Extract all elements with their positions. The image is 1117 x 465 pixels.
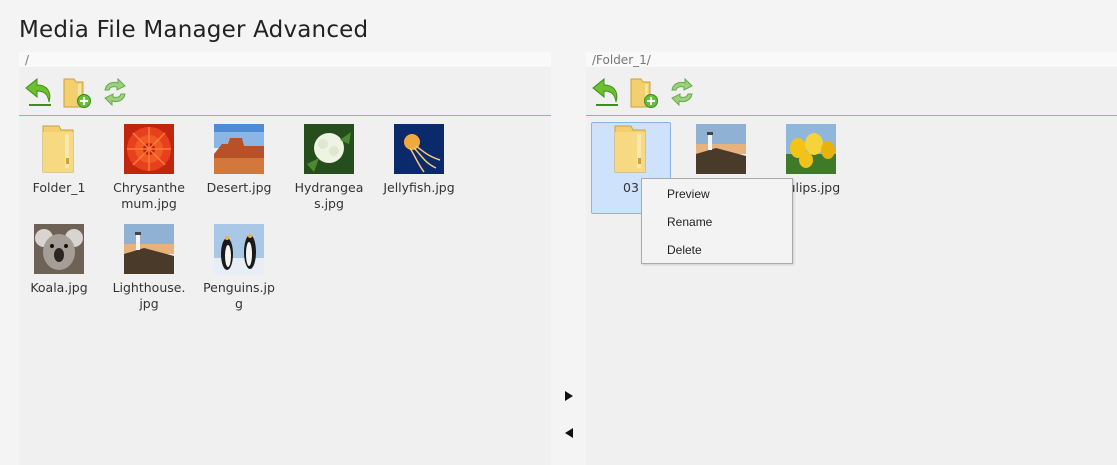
copy-right-arrow-icon[interactable]	[564, 390, 574, 402]
image-item[interactable]: Chrysanthemum.jpg	[109, 122, 189, 214]
file-label: Hydrangeas.jpg	[294, 180, 364, 211]
penguins-thumbnail	[214, 224, 264, 274]
image-item[interactable]: Hydrangeas.jpg	[289, 122, 369, 214]
hydrangeas-thumbnail	[304, 124, 354, 174]
image-item[interactable]: Koala.jpg	[19, 222, 99, 314]
folder-icon	[34, 124, 84, 174]
image-item[interactable]: Jellyfish.jpg	[379, 122, 459, 214]
left-toolbar	[19, 68, 551, 116]
copy-left-arrow-icon[interactable]	[564, 427, 574, 439]
refresh-icon	[104, 77, 126, 106]
new-folder-icon	[630, 78, 658, 108]
new-folder-icon	[63, 78, 91, 108]
back-icon	[25, 77, 51, 106]
file-label: Koala.jpg	[30, 280, 88, 295]
new-folder-button[interactable]	[60, 75, 94, 109]
back-button[interactable]	[22, 75, 56, 109]
menu-item-preview[interactable]: Preview	[642, 185, 792, 213]
folder-item[interactable]: Folder_1	[19, 122, 99, 214]
image-item[interactable]: Penguins.jpg	[199, 222, 279, 314]
desert-thumbnail	[214, 124, 264, 174]
lighthouse-thumbnail	[124, 224, 174, 274]
file-label: Folder_1	[32, 180, 86, 195]
menu-item-delete[interactable]: Delete	[642, 241, 792, 269]
refresh-icon	[671, 77, 693, 106]
right-toolbar	[586, 68, 1117, 116]
refresh-button[interactable]	[665, 75, 699, 109]
chrysanthemum-thumbnail	[124, 124, 174, 174]
new-folder-button[interactable]	[627, 75, 661, 109]
context-menu: Preview Rename Delete	[641, 178, 793, 264]
left-pane: / Folder_1 Chrysanthemum.jpg Desert.jpg …	[19, 52, 551, 465]
menu-item-rename[interactable]: Rename	[642, 213, 792, 241]
tulips-thumbnail	[786, 124, 836, 174]
refresh-button[interactable]	[98, 75, 132, 109]
file-label: Penguins.jpg	[203, 280, 275, 311]
jellyfish-thumbnail	[394, 124, 444, 174]
lighthouse-thumbnail	[696, 124, 746, 174]
left-file-grid: Folder_1 Chrysanthemum.jpg Desert.jpg Hy…	[19, 116, 551, 322]
file-label: Desert.jpg	[206, 180, 272, 195]
image-item[interactable]: Lighthouse.jpg	[109, 222, 189, 314]
file-label: Lighthouse.jpg	[112, 280, 186, 311]
back-icon	[592, 77, 618, 106]
file-label: Chrysanthemum.jpg	[113, 180, 185, 211]
file-label: Jellyfish.jpg	[383, 180, 455, 195]
left-path-bar: /	[19, 52, 551, 68]
image-item[interactable]: Desert.jpg	[199, 122, 279, 214]
back-button[interactable]	[589, 75, 623, 109]
app-title: Media File Manager Advanced	[19, 17, 369, 43]
right-path-bar: /Folder_1/	[586, 52, 1117, 68]
folder-icon	[606, 124, 656, 174]
koala-thumbnail	[34, 224, 84, 274]
